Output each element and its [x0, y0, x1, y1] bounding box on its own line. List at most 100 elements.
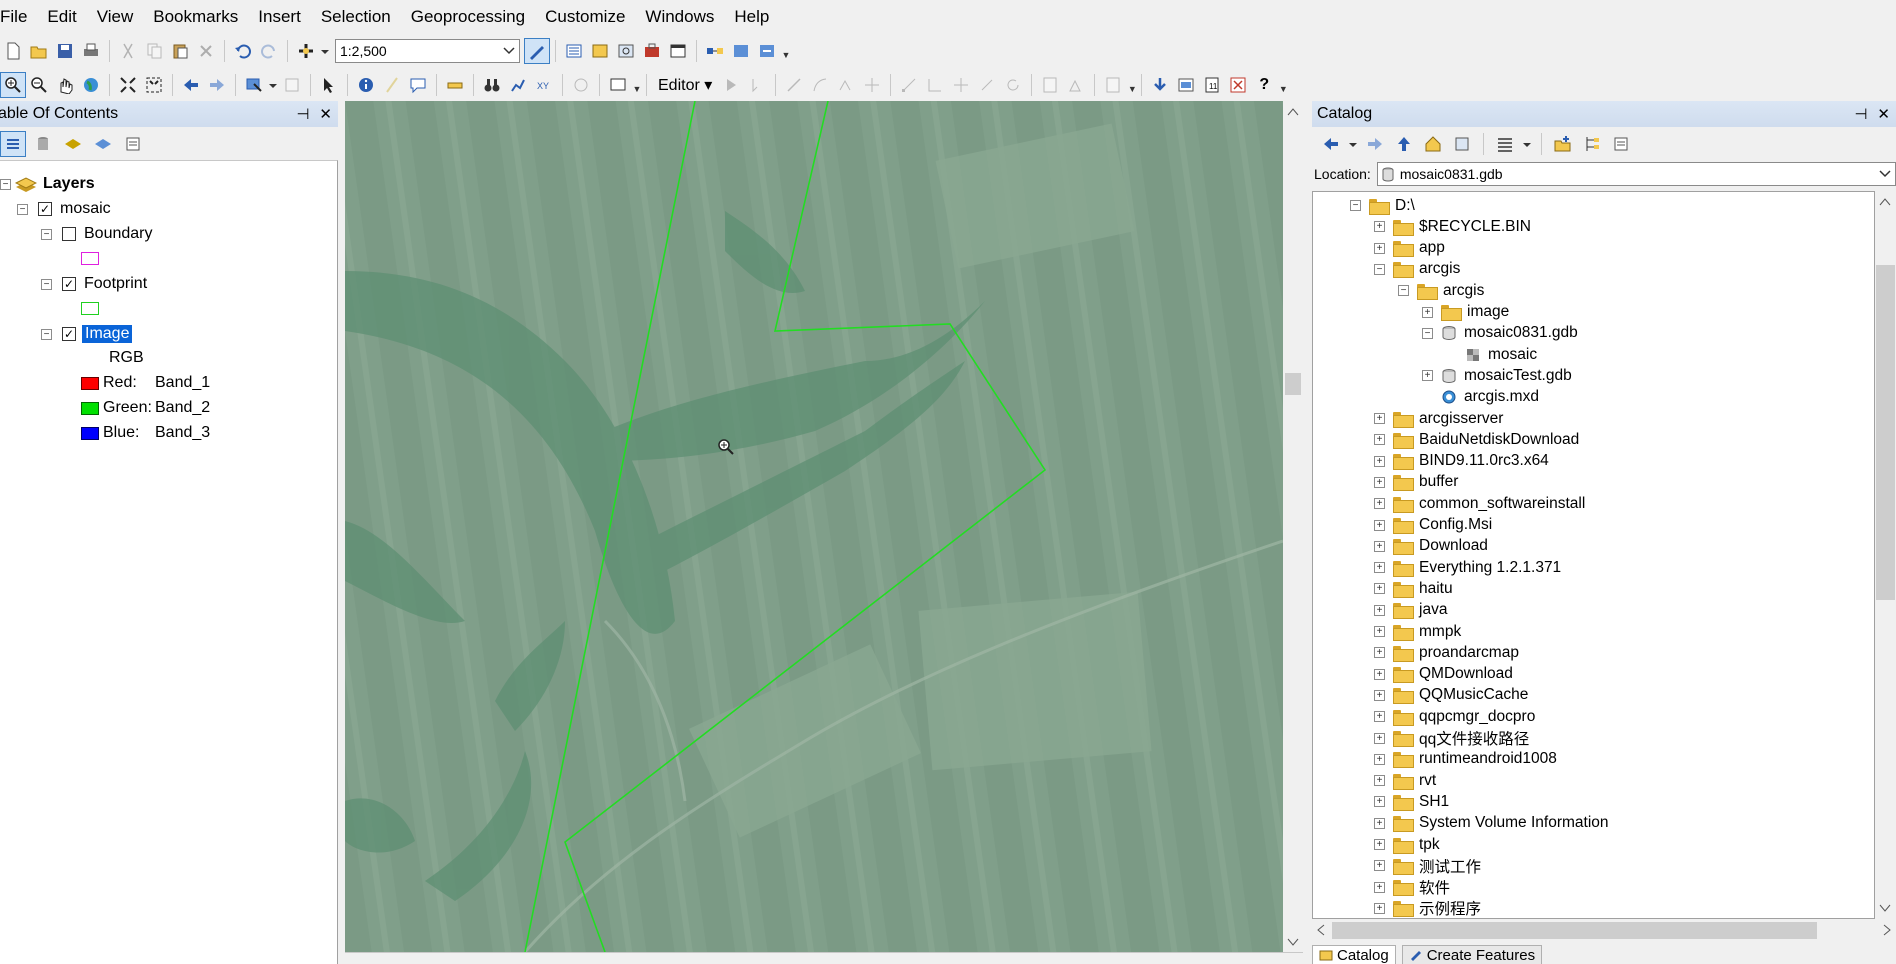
catalog-item[interactable]: + SH1: [1374, 791, 1449, 812]
catalog-item[interactable]: + Everything 1.2.1.371: [1374, 557, 1561, 578]
clear-selection-icon[interactable]: [279, 72, 305, 98]
collapse-icon[interactable]: −: [41, 328, 52, 340]
catalog-item[interactable]: + arcgisserver: [1374, 408, 1503, 429]
menu-bookmarks[interactable]: Bookmarks: [143, 0, 248, 34]
zoom-in-icon[interactable]: [0, 72, 26, 98]
full-extent-globe-icon[interactable]: [78, 72, 104, 98]
catalog-item[interactable]: + runtimeandroid1008: [1374, 749, 1557, 770]
catalog-item[interactable]: + mosaicTest.gdb: [1422, 365, 1572, 386]
image-visibility-checkbox[interactable]: ✓: [62, 327, 76, 341]
expand-icon[interactable]: +: [1374, 711, 1385, 723]
views-icon[interactable]: [1492, 131, 1518, 157]
open-folder-icon[interactable]: [26, 38, 52, 64]
expand-icon[interactable]: +: [1374, 604, 1385, 616]
catalog-item[interactable]: + BIND9.11.0rc3.x64: [1374, 451, 1549, 472]
editor-toolbar-icon[interactable]: [524, 38, 550, 64]
layer-boundary[interactable]: − Boundary: [41, 223, 153, 245]
catalog-item[interactable]: + buffer: [1374, 472, 1458, 493]
html-popup-icon[interactable]: [405, 72, 431, 98]
back-arrow-icon[interactable]: [1318, 131, 1344, 157]
collapse-icon[interactable]: −: [1374, 263, 1385, 275]
paste-icon[interactable]: [167, 38, 193, 64]
menu-edit[interactable]: Edit: [37, 0, 86, 34]
cut-polygons-icon[interactable]: [948, 72, 974, 98]
forward-arrow-icon[interactable]: [204, 72, 230, 98]
trace-icon[interactable]: [833, 72, 859, 98]
search-window-icon[interactable]: [613, 38, 639, 64]
expand-icon[interactable]: +: [1374, 647, 1385, 659]
catalog-item[interactable]: + image: [1422, 302, 1509, 323]
catalog-options-icon[interactable]: [1608, 131, 1634, 157]
expand-icon[interactable]: +: [1374, 540, 1385, 552]
layout-view-icon[interactable]: 11: [1199, 72, 1225, 98]
tab-catalog[interactable]: Catalog: [1312, 945, 1396, 964]
location-combobox[interactable]: mosaic0831.gdb: [1376, 162, 1896, 186]
catalog-item[interactable]: + proandarcmap: [1374, 642, 1519, 663]
menu-insert[interactable]: Insert: [248, 0, 311, 34]
find-binoculars-icon[interactable]: [479, 72, 505, 98]
editor-menu[interactable]: Editor ▾: [652, 75, 718, 95]
expand-icon[interactable]: +: [1374, 626, 1385, 637]
layer-mosaic[interactable]: − ✓ mosaic: [17, 198, 111, 220]
layer-footprint[interactable]: − ✓ Footprint: [41, 273, 147, 295]
print-icon[interactable]: [78, 38, 104, 64]
expand-icon[interactable]: +: [1374, 221, 1385, 233]
arccatalog-icon[interactable]: [1173, 72, 1199, 98]
chevron-down-icon[interactable]: [319, 38, 331, 64]
add-arcgis-data-icon[interactable]: [1147, 72, 1173, 98]
select-elements-arrow-icon[interactable]: [316, 72, 342, 98]
catalog-item[interactable]: + common_softwareinstall: [1374, 493, 1585, 514]
collapse-icon[interactable]: −: [0, 178, 11, 190]
undo-icon[interactable]: [230, 38, 256, 64]
catalog-item[interactable]: + QMDownload: [1374, 664, 1513, 685]
expand-icon[interactable]: +: [1374, 242, 1385, 254]
menu-view[interactable]: View: [87, 0, 144, 34]
layer-image[interactable]: − ✓ Image: [41, 323, 133, 345]
edit-vertices-icon[interactable]: [896, 72, 922, 98]
collapse-icon[interactable]: −: [1398, 285, 1409, 297]
catalog-window-icon[interactable]: [587, 38, 613, 64]
measure-icon[interactable]: [442, 72, 468, 98]
expand-icon[interactable]: +: [1374, 455, 1385, 467]
catalog-item[interactable]: − mosaic0831.gdb: [1422, 323, 1578, 344]
toolbar-options-icon[interactable]: ▼: [782, 42, 791, 60]
copy-icon[interactable]: [141, 38, 167, 64]
catalog-item[interactable]: + 示例程序: [1374, 898, 1481, 918]
close-icon[interactable]: ✕: [319, 105, 332, 123]
collapse-icon[interactable]: −: [41, 278, 52, 290]
tool-icon[interactable]: [754, 38, 780, 64]
menu-file[interactable]: File: [0, 0, 37, 34]
expand-icon[interactable]: +: [1374, 413, 1385, 424]
catalog-item[interactable]: + System Volume Information: [1374, 813, 1609, 834]
menu-selection[interactable]: Selection: [311, 0, 401, 34]
redo-icon[interactable]: [256, 38, 282, 64]
footprint-symbol[interactable]: [81, 297, 99, 319]
catalog-item[interactable]: + tpk: [1374, 834, 1440, 855]
menu-windows[interactable]: Windows: [635, 0, 724, 34]
catalog-item[interactable]: + Config.Msi: [1374, 515, 1492, 536]
pin-icon[interactable]: ⊣: [296, 105, 309, 123]
expand-icon[interactable]: +: [1374, 817, 1385, 829]
new-document-icon[interactable]: [0, 38, 26, 64]
home-icon[interactable]: [1420, 131, 1446, 157]
edit-annotation-icon[interactable]: [744, 72, 770, 98]
expand-icon[interactable]: +: [1374, 860, 1385, 872]
expand-icon[interactable]: +: [1422, 306, 1433, 318]
cut-icon[interactable]: [115, 38, 141, 64]
map-vertical-scrollbar[interactable]: [1283, 101, 1303, 952]
expand-icon[interactable]: +: [1374, 476, 1385, 488]
expand-icon[interactable]: +: [1374, 775, 1385, 787]
imagery-map-canvas[interactable]: [345, 101, 1283, 952]
menu-help[interactable]: Help: [724, 0, 779, 34]
menu-geoprocessing[interactable]: Geoprocessing: [401, 0, 535, 34]
boundary-symbol[interactable]: [81, 247, 99, 269]
find-route-icon[interactable]: [505, 72, 531, 98]
mosaic-visibility-checkbox[interactable]: ✓: [38, 202, 52, 216]
catalog-item[interactable]: + QQMusicCache: [1374, 685, 1528, 706]
toc-options-icon[interactable]: [120, 131, 146, 157]
reshape-feature-icon[interactable]: [922, 72, 948, 98]
expand-icon[interactable]: +: [1374, 668, 1385, 680]
collapse-icon[interactable]: −: [17, 203, 28, 215]
expand-icon[interactable]: +: [1374, 732, 1385, 744]
error-inspector-icon[interactable]: [1225, 72, 1251, 98]
